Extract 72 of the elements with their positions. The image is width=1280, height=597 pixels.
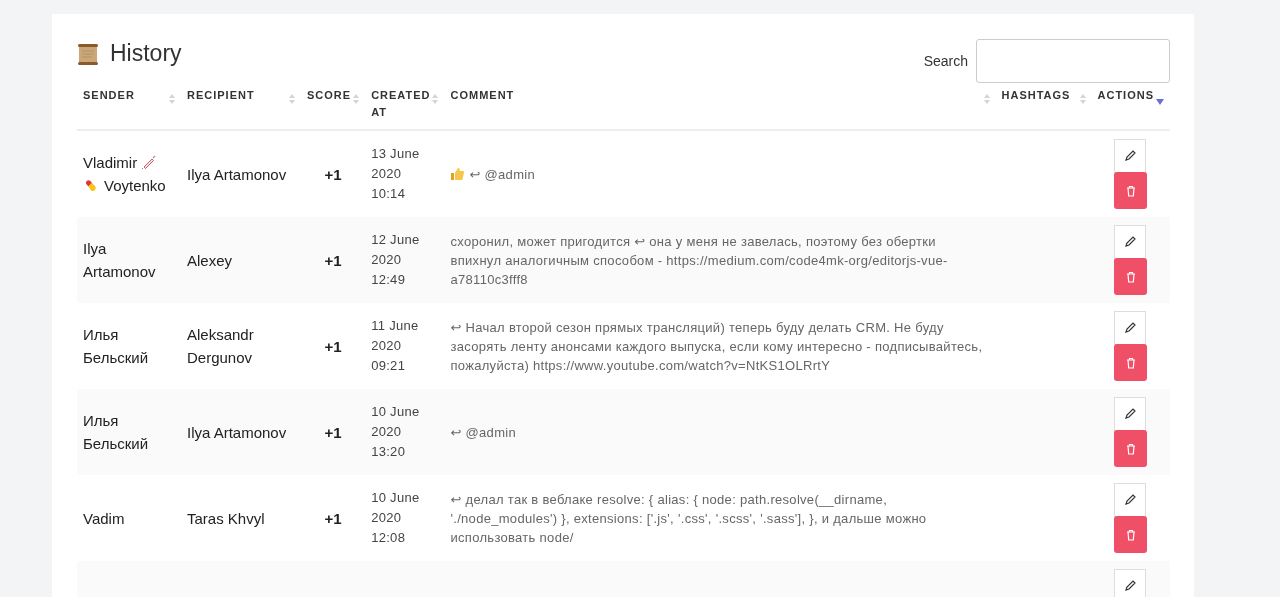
score-value: +1	[324, 423, 342, 441]
delete-button[interactable]	[1114, 516, 1148, 553]
score-value: +1	[324, 509, 342, 527]
page-title: History	[110, 40, 182, 67]
pill-icon	[83, 177, 99, 193]
edit-button[interactable]	[1114, 311, 1147, 345]
column-header[interactable]: RECIPIENT	[187, 87, 255, 104]
recipient-name: Alexey	[187, 251, 233, 269]
comment-text: ↩ Начал второй сезон прямых трансляций) теперь буду делать CRM. Не буду засорять ленту анонсами каждого выпуска, если кому интересно - подписывайтесь, пожалуйста) https://www.youtube.com/watch?v=NtKS1OLRrtY	[450, 319, 983, 373]
date-text: 12 June	[371, 231, 421, 249]
recipient-name: Taras Khvyl	[187, 509, 265, 527]
delete-button[interactable]	[1114, 258, 1148, 295]
date-text: 10 June	[371, 403, 421, 421]
column-header[interactable]: SCORE	[307, 87, 352, 104]
date-text: 13:20	[371, 443, 407, 461]
column-header[interactable]: CREATED AT	[371, 87, 431, 121]
trash-icon	[1124, 356, 1137, 369]
delete-button[interactable]	[1114, 430, 1148, 467]
recipient-name: Ilya Artamonov	[187, 423, 287, 441]
date-text: 13 June	[371, 145, 421, 163]
comment-text: ↩ @admin	[469, 166, 535, 182]
column-header[interactable]: COMMENT	[450, 87, 515, 104]
score-value: +1	[324, 165, 342, 183]
date-text: 2020	[371, 509, 403, 527]
date-text: 2020	[371, 251, 403, 269]
recipient-name: Ilya Artamonov	[187, 165, 287, 183]
trash-icon	[1124, 184, 1137, 197]
delete-button[interactable]	[1114, 172, 1148, 209]
sender-name: Ilya Artamonov	[83, 240, 156, 280]
sender-name: Илья Бельский	[83, 326, 149, 366]
date-text: 11 June	[371, 317, 420, 335]
comment-text: схоронил, может пригодится ↩ она у меня не завелась, поэтому без обертки впихнул аналогичным способом - https://medium.com/code4mk-org/editorjs-vue-a78110c3fff8	[450, 233, 948, 287]
comment-text: ↩ делал так в веблаке resolve: { alias: { node: path.resolve(__dirname, './node_modules') }, extensions: ['.js', '.css', '.scss', '.sass'], }, и дальше можно использовать node/	[450, 491, 927, 545]
score-value: +1	[324, 251, 342, 269]
trash-icon	[1124, 528, 1137, 541]
edit-button[interactable]	[1114, 569, 1147, 597]
sender-name: Vadim	[83, 509, 125, 527]
column-header[interactable]: HASHTAGS	[1001, 87, 1071, 104]
pencil-icon	[1124, 494, 1137, 506]
thumbs-up-icon	[450, 166, 465, 181]
column-header[interactable]: ACTIONS	[1097, 87, 1154, 104]
search-label: Search	[923, 53, 968, 69]
date-text: 2020	[371, 337, 403, 355]
date-text: 09:21	[371, 357, 407, 375]
edit-button[interactable]	[1114, 139, 1147, 173]
scroll-icon	[77, 42, 99, 65]
comment-text: ↩ @admin	[450, 424, 516, 440]
pencil-icon	[1124, 150, 1137, 162]
pencil-icon	[1124, 408, 1137, 420]
date-text: 10:14	[371, 185, 407, 203]
syringe-icon	[141, 154, 158, 170]
edit-button[interactable]	[1114, 225, 1147, 259]
sender-name: Vladimir	[83, 154, 138, 171]
edit-button[interactable]	[1114, 483, 1147, 517]
edit-button[interactable]	[1114, 397, 1147, 431]
column-header[interactable]: SENDER	[83, 87, 135, 104]
delete-button[interactable]	[1114, 344, 1148, 381]
date-text: 2020	[371, 165, 403, 183]
sender-name: Илья Бельский	[83, 412, 149, 452]
search-field[interactable]	[976, 39, 1170, 83]
pencil-icon	[1124, 322, 1137, 334]
date-text: 12:08	[371, 529, 407, 547]
score-value: +1	[324, 337, 342, 355]
date-text: 10 June	[371, 489, 421, 507]
pencil-icon	[1124, 236, 1137, 248]
sender-name: Voytenko	[104, 177, 166, 194]
pencil-icon	[1124, 580, 1137, 592]
recipient-name: Aleksandr Dergunov	[187, 326, 254, 366]
trash-icon	[1124, 270, 1137, 283]
date-text: 2020	[371, 423, 403, 441]
trash-icon	[1124, 442, 1137, 455]
date-text: 12:49	[371, 271, 407, 289]
